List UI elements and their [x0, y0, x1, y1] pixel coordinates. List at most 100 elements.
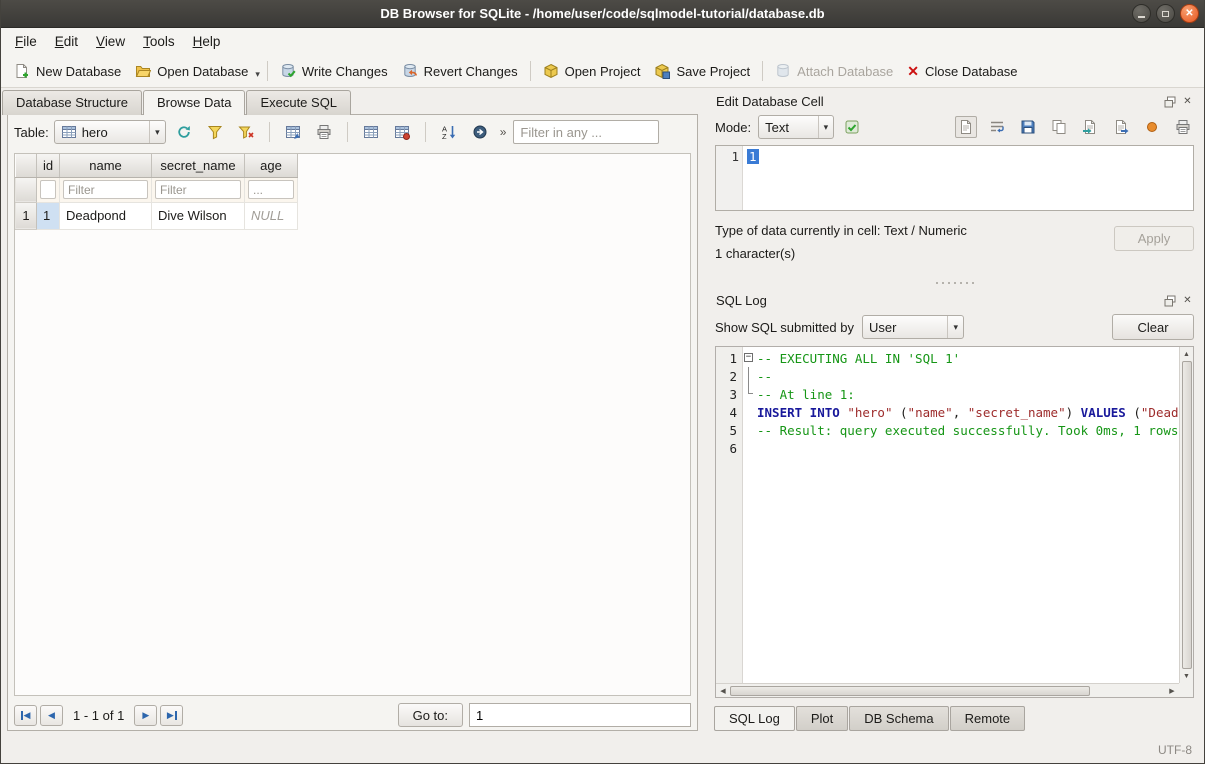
save-cell-button[interactable]: [1017, 116, 1039, 138]
vertical-scrollbar[interactable]: ▲ ▼: [1179, 347, 1193, 683]
close-icon: ✕: [1183, 295, 1191, 306]
sql-source-select[interactable]: User ▾: [862, 315, 964, 339]
dock-close-button[interactable]: ✕: [1181, 95, 1194, 108]
refresh-button[interactable]: [171, 120, 197, 144]
minimize-button[interactable]: [1132, 4, 1151, 23]
column-header-secret-name[interactable]: secret_name: [152, 154, 245, 177]
new-database-button[interactable]: New Database: [7, 59, 128, 83]
log-line: 3 -- At line 1:: [716, 385, 1179, 403]
revert-changes-button[interactable]: Revert Changes: [395, 59, 525, 83]
dock-float-button[interactable]: [1163, 95, 1176, 108]
cell-name[interactable]: Deadpond: [60, 202, 152, 229]
tab-plot[interactable]: Plot: [796, 706, 848, 731]
window-controls: ✕: [1132, 4, 1199, 23]
dock-close-button[interactable]: ✕: [1181, 294, 1194, 307]
log-line: 2 --: [716, 367, 1179, 385]
clear-filters-button[interactable]: [202, 120, 228, 144]
mode-select[interactable]: Text ▾: [758, 115, 834, 139]
goto-record-button[interactable]: [467, 120, 493, 144]
column-header-id[interactable]: id: [37, 154, 60, 177]
table-select[interactable]: hero ▾: [54, 120, 166, 144]
menu-help[interactable]: Help: [184, 29, 230, 54]
filter-any-input[interactable]: [513, 120, 659, 144]
cell-info: Type of data currently in cell: Text / N…: [713, 219, 1196, 277]
scroll-right-icon[interactable]: ▶: [1166, 685, 1178, 697]
write-changes-button[interactable]: Write Changes: [273, 59, 395, 83]
export-cell-button[interactable]: [1110, 116, 1132, 138]
column-header-name[interactable]: name: [60, 154, 152, 177]
row-header[interactable]: 1: [16, 202, 37, 229]
print-table-button[interactable]: [311, 120, 337, 144]
open-project-button[interactable]: Open Project: [536, 59, 648, 83]
dock-splitter[interactable]: [713, 277, 1196, 289]
open-database-button[interactable]: Open Database: [128, 59, 255, 83]
save-filter-button[interactable]: [233, 120, 259, 144]
toolbar-overflow-button[interactable]: »: [498, 125, 509, 139]
text-document-button[interactable]: [955, 116, 977, 138]
fold-elbow-icon: [748, 385, 753, 394]
cell-editor[interactable]: 1 1: [715, 145, 1194, 211]
auto-switch-mode-button[interactable]: [841, 116, 863, 138]
apply-button[interactable]: Apply: [1114, 226, 1194, 251]
scroll-up-icon[interactable]: ▲: [1181, 348, 1193, 360]
horizontal-scrollbar[interactable]: ◀ ▶: [716, 683, 1179, 697]
delete-record-button[interactable]: [389, 120, 415, 144]
next-record-button[interactable]: ▶: [134, 705, 157, 726]
filter-input-name[interactable]: [63, 180, 148, 199]
copy-cell-button[interactable]: [1048, 116, 1070, 138]
menu-tools[interactable]: Tools: [134, 29, 184, 54]
grid-corner-cell[interactable]: [16, 154, 37, 177]
filter-input-id[interactable]: [40, 180, 56, 199]
import-icon: [1082, 119, 1098, 135]
filter-input-age[interactable]: [248, 180, 294, 199]
tab-sql-log[interactable]: SQL Log: [714, 706, 795, 731]
vertical-scroll-thumb[interactable]: [1182, 361, 1192, 669]
chevron-down-icon: ▾: [149, 121, 165, 143]
word-wrap-button[interactable]: [986, 116, 1008, 138]
menu-file[interactable]: File: [6, 29, 46, 54]
scroll-down-icon[interactable]: ▼: [1181, 670, 1193, 682]
goto-input[interactable]: [469, 703, 691, 727]
insert-record-button[interactable]: [358, 120, 384, 144]
sql-log-content[interactable]: 1 − -- EXECUTING ALL IN 'SQL 1' 2 -- 3 -…: [716, 347, 1179, 683]
print-cell-button[interactable]: [1172, 116, 1194, 138]
fold-toggle-icon[interactable]: −: [744, 353, 753, 362]
auto-mode-icon: [844, 119, 860, 135]
tab-remote[interactable]: Remote: [950, 706, 1026, 731]
cell-id[interactable]: 1: [37, 202, 60, 229]
clear-log-button[interactable]: Clear: [1112, 314, 1194, 340]
open-database-dropdown-icon[interactable]: ▾: [255, 63, 262, 80]
menu-view[interactable]: View: [87, 29, 134, 54]
export-table-button[interactable]: [280, 120, 306, 144]
sql-log-controls: Show SQL submitted by User ▾ Clear: [713, 311, 1196, 346]
editor-selected-value: 1: [747, 149, 759, 164]
previous-record-button[interactable]: ◀: [40, 705, 63, 726]
cell-secret-name[interactable]: Dive Wilson: [152, 202, 245, 229]
close-window-button[interactable]: ✕: [1180, 4, 1199, 23]
column-header-age[interactable]: age: [245, 154, 298, 177]
encoding-label[interactable]: UTF-8: [1158, 743, 1192, 757]
sort-button[interactable]: [436, 120, 462, 144]
first-record-button[interactable]: ◀: [14, 705, 37, 726]
last-record-button[interactable]: ▶: [160, 705, 183, 726]
cell-age[interactable]: NULL: [245, 202, 298, 229]
nav-bar-icon: [21, 711, 23, 720]
scroll-left-icon[interactable]: ◀: [717, 685, 729, 697]
filter-input-secret-name[interactable]: [155, 180, 241, 199]
chevron-down-icon: ▾: [947, 316, 963, 338]
dock-float-button[interactable]: [1163, 294, 1176, 307]
tab-db-schema[interactable]: DB Schema: [849, 706, 948, 731]
maximize-button[interactable]: [1156, 4, 1175, 23]
tab-execute-sql[interactable]: Execute SQL: [246, 90, 351, 115]
save-project-button[interactable]: Save Project: [647, 59, 757, 83]
tab-database-structure[interactable]: Database Structure: [2, 90, 142, 115]
tab-browse-data[interactable]: Browse Data: [143, 90, 245, 115]
horizontal-scroll-thumb[interactable]: [730, 686, 1090, 696]
import-cell-button[interactable]: [1079, 116, 1101, 138]
set-null-button[interactable]: [1141, 116, 1163, 138]
close-database-button[interactable]: ✕ Close Database: [900, 60, 1024, 83]
goto-button[interactable]: Go to:: [398, 703, 463, 727]
menu-edit[interactable]: Edit: [46, 29, 87, 54]
grid-header-row: id name secret_name age: [16, 154, 298, 177]
log-line: 4 INSERT INTO "hero" ("name", "secret_na…: [716, 403, 1179, 421]
